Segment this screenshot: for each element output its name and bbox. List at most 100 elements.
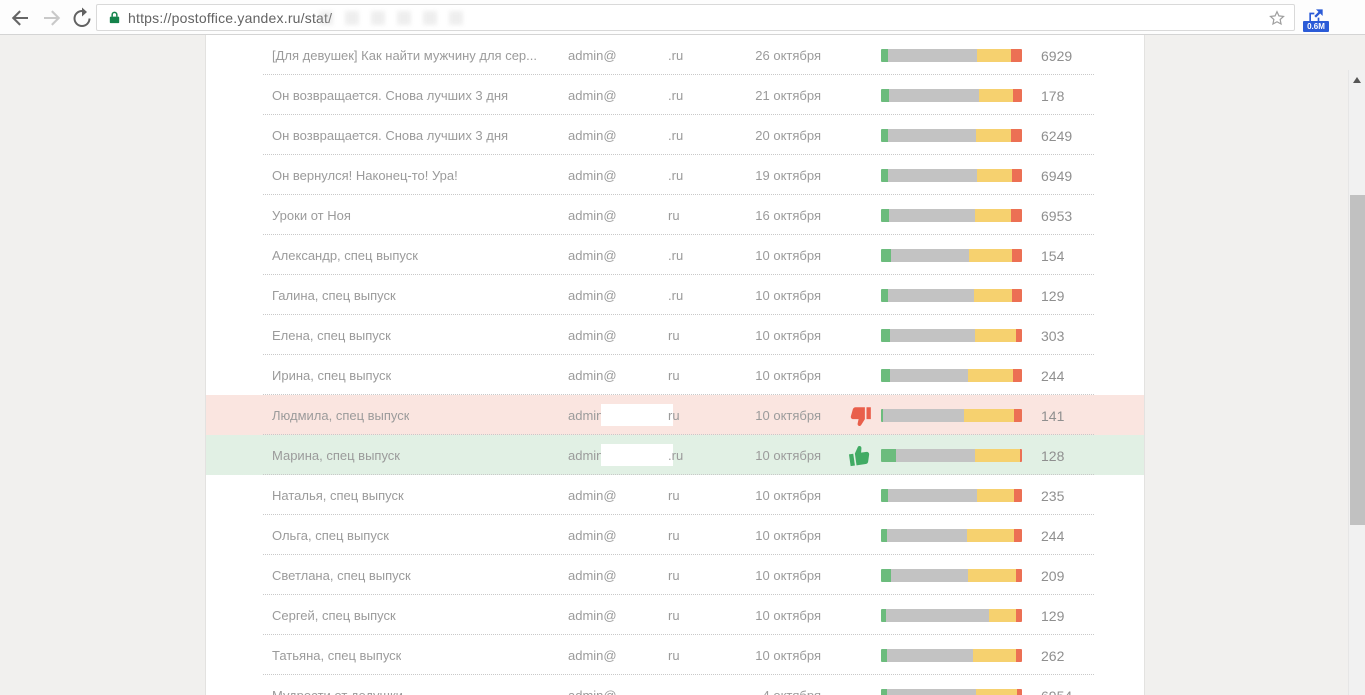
sender-email: admin@ xyxy=(568,568,617,583)
bar-delivered-segment xyxy=(881,249,891,262)
send-date: 4 октября xyxy=(711,688,821,695)
recipient-count: 6249 xyxy=(1041,128,1072,144)
recipient-count: 262 xyxy=(1041,648,1064,664)
campaign-title: Мудрости от дедушки xyxy=(272,688,403,695)
recipient-count: 128 xyxy=(1041,448,1064,464)
recipient-count: 6954 xyxy=(1041,688,1072,695)
send-date: 10 октября xyxy=(711,608,821,623)
extension-icon[interactable]: 0.6M xyxy=(1303,6,1329,32)
table-row[interactable]: Александр, спец выпуск admin@ .ru 10 окт… xyxy=(206,235,1144,275)
email-domain-suffix: ru xyxy=(668,368,680,383)
campaign-title: Галина, спец выпуск xyxy=(272,288,396,303)
engagement-bar xyxy=(881,649,1022,662)
table-row[interactable]: Уроки от Ноя admin@ ru 16 октября 6953 xyxy=(206,195,1144,235)
engagement-bar xyxy=(881,449,1022,462)
table-row[interactable]: Наталья, спец выпуск admin@ ru 10 октябр… xyxy=(206,475,1144,515)
bar-spam-segment xyxy=(1011,49,1022,62)
send-date: 10 октября xyxy=(711,408,821,423)
lock-icon xyxy=(107,10,122,25)
bar-read-segment xyxy=(975,329,1016,342)
bar-read-segment xyxy=(969,249,1012,262)
email-domain-suffix: ru xyxy=(668,208,680,223)
bar-read-segment xyxy=(976,129,1011,142)
table-row[interactable]: Елена, спец выпуск admin@ ru 10 октября … xyxy=(206,315,1144,355)
bar-spam-segment xyxy=(1011,209,1022,222)
engagement-bar xyxy=(881,129,1022,142)
bar-spam-segment xyxy=(1014,529,1022,542)
bookmark-star-icon[interactable] xyxy=(1268,9,1286,27)
table-row[interactable]: [Для девушек] Как найти мужчину для сер.… xyxy=(206,35,1144,75)
campaign-title: Елена, спец выпуск xyxy=(272,328,391,343)
bar-unread-segment xyxy=(890,369,968,382)
table-row[interactable]: Марина, спец выпуск admin@ .ru 10 октябр… xyxy=(206,435,1144,475)
campaign-title: Уроки от Ноя xyxy=(272,208,351,223)
campaign-title: Он возвращается. Снова лучших 3 дня xyxy=(272,88,508,103)
sender-email: admin@ xyxy=(568,88,617,103)
bar-spam-segment xyxy=(1013,369,1022,382)
table-row[interactable]: Ирина, спец выпуск admin@ ru 10 октября … xyxy=(206,355,1144,395)
bar-unread-segment xyxy=(890,329,975,342)
bar-delivered-segment xyxy=(881,449,896,462)
table-row[interactable]: Татьяна, спец выпуск admin@ ru 10 октябр… xyxy=(206,635,1144,675)
bar-read-segment xyxy=(973,649,1016,662)
extension-badge: 0.6M xyxy=(1303,21,1329,32)
email-domain-suffix: .ru xyxy=(668,248,683,263)
bar-read-segment xyxy=(977,489,1014,502)
scroll-up-icon[interactable] xyxy=(1353,77,1361,83)
send-date: 10 октября xyxy=(711,528,821,543)
email-domain-suffix: ru xyxy=(668,648,680,663)
page-background: [Для девушек] Как найти мужчину для сер.… xyxy=(0,35,1365,695)
sender-email: admin@ xyxy=(568,48,617,63)
browser-toolbar: https://postoffice.yandex.ru/stat/ 0.6M xyxy=(0,0,1365,35)
table-row[interactable]: Ольга, спец выпуск admin@ ru 10 октября … xyxy=(206,515,1144,555)
table-row[interactable]: Он вернулся! Наконец-то! Ура! admin@ .ru… xyxy=(206,155,1144,195)
recipient-count: 129 xyxy=(1041,608,1064,624)
bar-spam-segment xyxy=(1014,409,1022,422)
sender-email: admin@ xyxy=(568,328,617,343)
table-row[interactable]: Он возвращается. Снова лучших 3 дня admi… xyxy=(206,75,1144,115)
email-domain-suffix: .ru xyxy=(668,128,683,143)
back-icon[interactable] xyxy=(8,6,32,30)
table-row[interactable]: Он возвращается. Снова лучших 3 дня admi… xyxy=(206,115,1144,155)
table-row[interactable]: Светлана, спец выпуск admin@ ru 10 октяб… xyxy=(206,555,1144,595)
sender-email: admin@ xyxy=(568,688,617,695)
bar-read-segment xyxy=(975,209,1011,222)
send-date: 16 октября xyxy=(711,208,821,223)
bar-spam-segment xyxy=(1017,689,1022,695)
bar-read-segment xyxy=(977,169,1012,182)
email-domain-suffix: ru xyxy=(668,328,680,343)
forward-icon[interactable] xyxy=(40,6,64,30)
bar-unread-segment xyxy=(887,649,973,662)
campaign-title: Ирина, спец выпуск xyxy=(272,368,391,383)
send-date: 10 октября xyxy=(711,248,821,263)
table-row[interactable]: Мудрости от дедушки admin@ 4 октября 695… xyxy=(206,675,1144,695)
campaign-title: Татьяна, спец выпуск xyxy=(272,648,401,663)
email-redaction-box xyxy=(601,404,673,426)
campaign-title: Сергей, спец выпуск xyxy=(272,608,396,623)
sender-email: admin@ xyxy=(568,648,617,663)
send-date: 10 октября xyxy=(711,368,821,383)
bar-unread-segment xyxy=(896,449,976,462)
send-date: 10 октября xyxy=(711,488,821,503)
address-bar[interactable]: https://postoffice.yandex.ru/stat/ xyxy=(96,4,1295,31)
url-text: https://postoffice.yandex.ru/stat/ xyxy=(128,10,332,26)
engagement-bar xyxy=(881,209,1022,222)
thumbs-down-icon xyxy=(847,402,873,428)
email-domain-suffix: .ru xyxy=(668,448,683,463)
recipient-count: 141 xyxy=(1041,408,1064,424)
engagement-bar xyxy=(881,489,1022,502)
bar-unread-segment xyxy=(887,529,968,542)
table-row[interactable]: Галина, спец выпуск admin@ .ru 10 октябр… xyxy=(206,275,1144,315)
engagement-bar xyxy=(881,289,1022,302)
sender-email: admin@ xyxy=(568,168,617,183)
recipient-count: 235 xyxy=(1041,488,1064,504)
sender-email: admin@ xyxy=(568,248,617,263)
chrome-menu-icon[interactable] xyxy=(1340,7,1360,29)
bar-spam-segment xyxy=(1013,89,1022,102)
scrollbar-thumb[interactable] xyxy=(1350,195,1365,525)
table-row[interactable]: Людмила, спец выпуск admin@ ru 10 октябр… xyxy=(206,395,1144,435)
reload-icon[interactable] xyxy=(70,6,94,30)
table-row[interactable]: Сергей, спец выпуск admin@ ru 10 октября… xyxy=(206,595,1144,635)
recipient-count: 154 xyxy=(1041,248,1064,264)
bar-delivered-segment xyxy=(881,289,888,302)
